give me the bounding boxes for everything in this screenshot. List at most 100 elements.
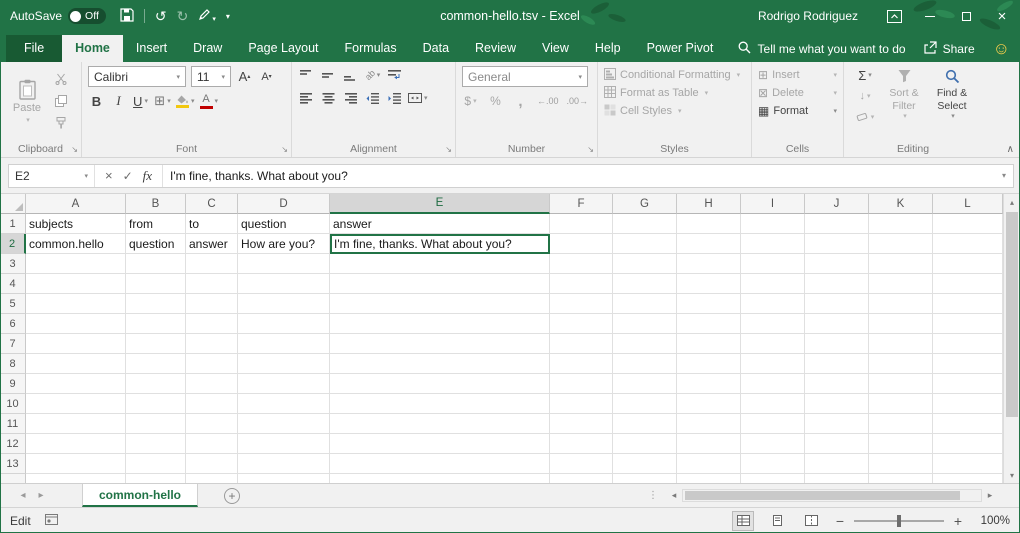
cell-L1[interactable] [933,214,1003,234]
cell-K6[interactable] [869,314,933,334]
formula-input[interactable]: I'm fine, thanks. What about you? [163,165,995,187]
cell-C8[interactable] [186,354,238,374]
sheet-nav-left-icon[interactable]: ◂ [14,490,32,501]
cell-J7[interactable] [805,334,869,354]
cell-J14[interactable] [805,474,869,483]
cell-A4[interactable] [26,274,126,294]
cell-E8[interactable] [330,354,550,374]
cell-L3[interactable] [933,254,1003,274]
cell-L10[interactable] [933,394,1003,414]
cell-H6[interactable] [677,314,741,334]
cell-D6[interactable] [238,314,330,334]
cell-H1[interactable] [677,214,741,234]
cell-H2[interactable] [677,234,741,254]
column-header-h[interactable]: H [677,194,741,214]
cell-J9[interactable] [805,374,869,394]
cell-F1[interactable] [550,214,613,234]
cell-K14[interactable] [869,474,933,483]
decrease-decimal-icon[interactable]: .00→ [567,92,589,110]
cell-L9[interactable] [933,374,1003,394]
grow-font-icon[interactable]: A▴ [236,68,253,86]
number-format-combo[interactable]: General ▾ [462,66,588,87]
cell-J5[interactable] [805,294,869,314]
cell-I14[interactable] [741,474,805,483]
cell-I3[interactable] [741,254,805,274]
align-right-icon[interactable] [342,89,359,107]
fill-icon[interactable]: ↓▾ [850,87,880,105]
cell-L12[interactable] [933,434,1003,454]
cell-E6[interactable] [330,314,550,334]
cell-D10[interactable] [238,394,330,414]
cell-L11[interactable] [933,414,1003,434]
font-dialog-launcher-icon[interactable]: ↘ [281,145,288,154]
view-page-break-icon[interactable] [800,511,822,531]
zoom-in-button[interactable]: + [952,513,964,529]
row-header-4[interactable]: 4 [0,274,26,294]
conditional-formatting-button[interactable]: Conditional Formatting ▾ [604,66,745,84]
row-header-10[interactable]: 10 [0,394,26,414]
cell-C7[interactable] [186,334,238,354]
delete-cells-button[interactable]: ⊠ Delete ▾ [758,84,837,102]
cell-A12[interactable] [26,434,126,454]
cell-L7[interactable] [933,334,1003,354]
cell-J12[interactable] [805,434,869,454]
cell-C11[interactable] [186,414,238,434]
cell-C6[interactable] [186,314,238,334]
cell-F13[interactable] [550,454,613,474]
cell-E3[interactable] [330,254,550,274]
cell-H4[interactable] [677,274,741,294]
comma-format-icon[interactable]: , [512,92,529,110]
tab-draw[interactable]: Draw [180,35,235,62]
cell-F3[interactable] [550,254,613,274]
macro-record-icon[interactable] [45,514,58,528]
zoom-slider[interactable] [854,520,944,522]
cell-B4[interactable] [126,274,186,294]
row-header-8[interactable]: 8 [0,354,26,374]
cell-D11[interactable] [238,414,330,434]
cell-K10[interactable] [869,394,933,414]
cell-K11[interactable] [869,414,933,434]
cell-H9[interactable] [677,374,741,394]
sheet-tab-common-hello[interactable]: common-hello [82,484,198,507]
cell-A5[interactable] [26,294,126,314]
column-header-k[interactable]: K [869,194,933,214]
cell-E13[interactable] [330,454,550,474]
scroll-left-icon[interactable]: ◂ [666,490,682,501]
cell-H8[interactable] [677,354,741,374]
cell-J2[interactable] [805,234,869,254]
cell-E12[interactable] [330,434,550,454]
cell-B3[interactable] [126,254,186,274]
cell-G1[interactable] [613,214,677,234]
cell-E10[interactable] [330,394,550,414]
alignment-dialog-launcher-icon[interactable]: ↘ [445,145,452,154]
cell-G6[interactable] [613,314,677,334]
cell-F2[interactable] [550,234,613,254]
cell-C2[interactable]: answer [186,234,238,254]
tell-me-search[interactable]: Tell me what you want to do [738,41,906,57]
cell-J1[interactable] [805,214,869,234]
cell-E4[interactable] [330,274,550,294]
column-header-e[interactable]: E [330,194,550,214]
horizontal-scroll-track[interactable] [682,489,982,502]
maximize-icon[interactable] [948,0,984,32]
cell-L6[interactable] [933,314,1003,334]
tab-view[interactable]: View [529,35,582,62]
cell-styles-button[interactable]: Cell Styles ▾ [604,102,745,120]
row-header-12[interactable]: 12 [0,434,26,454]
shrink-font-icon[interactable]: A▾ [258,68,275,86]
tab-insert[interactable]: Insert [123,35,180,62]
cell-H5[interactable] [677,294,741,314]
column-header-c[interactable]: C [186,194,238,214]
cell-F6[interactable] [550,314,613,334]
cell-D2[interactable]: How are you? [238,234,330,254]
scroll-down-icon[interactable]: ▾ [1004,467,1020,483]
column-header-j[interactable]: J [805,194,869,214]
cell-J13[interactable] [805,454,869,474]
cell-E9[interactable] [330,374,550,394]
tab-data[interactable]: Data [410,35,462,62]
cell-L13[interactable] [933,454,1003,474]
decrease-indent-icon[interactable] [364,89,381,107]
column-header-f[interactable]: F [550,194,613,214]
percent-format-icon[interactable]: % [487,92,504,110]
cell-A14[interactable] [26,474,126,483]
